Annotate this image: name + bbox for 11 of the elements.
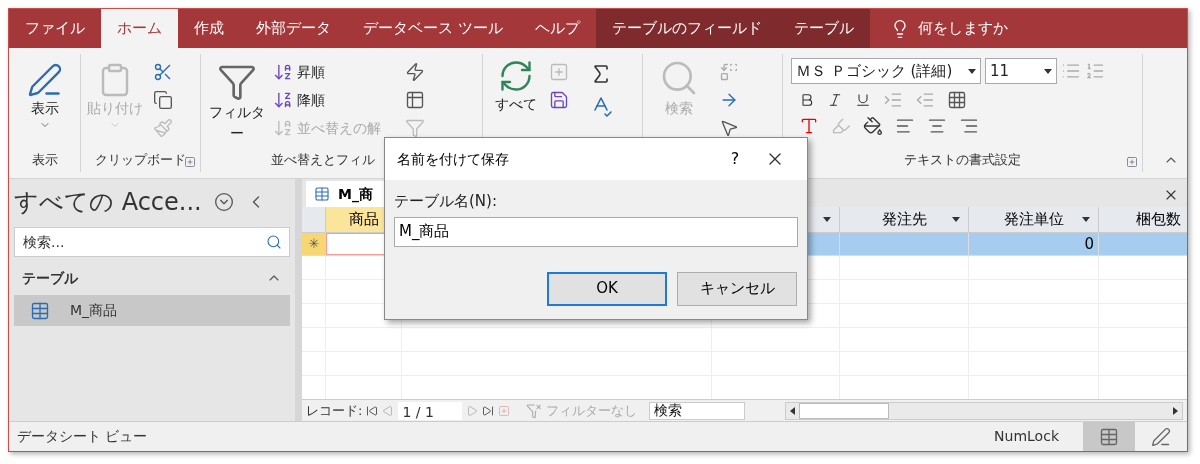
nav-pane-title: すべての Acce... bbox=[14, 187, 202, 218]
section-header: テーブル bbox=[22, 268, 78, 288]
numlock-indicator: NumLock bbox=[994, 427, 1060, 446]
group-label: 並べ替えとフィル bbox=[271, 151, 375, 170]
dialog-title: 名前を付けて保存 bbox=[397, 149, 510, 169]
table-cell-text: 0 bbox=[1084, 233, 1094, 255]
group-label: テキストの書式設定 bbox=[904, 151, 1021, 170]
group-label: 表示 bbox=[31, 151, 58, 170]
status-text: データシート ビュー bbox=[16, 427, 149, 446]
group-label: クリップボード bbox=[95, 151, 186, 170]
record-label: レコード: bbox=[306, 401, 363, 420]
